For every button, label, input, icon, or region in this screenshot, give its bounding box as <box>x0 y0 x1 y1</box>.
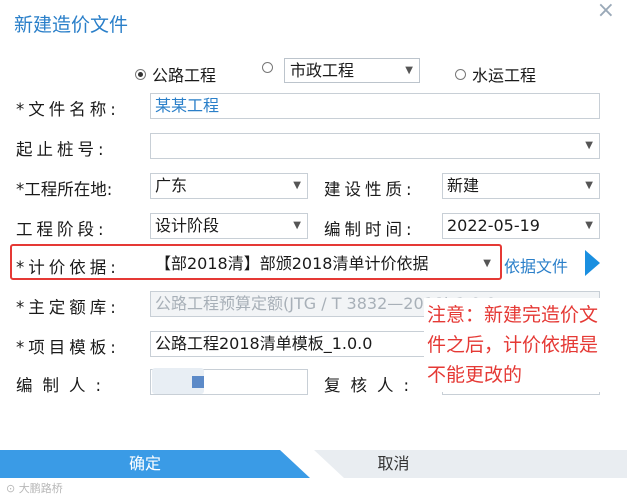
radio-municipal[interactable] <box>262 62 273 73</box>
basis-select[interactable]: 【部2018清】部颁2018清单计价依据 ▼ <box>150 251 498 277</box>
chevron-down-icon: ▼ <box>483 258 491 269</box>
stake-select[interactable]: ▼ <box>150 133 600 159</box>
close-icon[interactable]: × <box>597 0 615 23</box>
municipal-select[interactable]: 市政工程 ▼ <box>284 58 420 83</box>
reviewer-label: 复核人: <box>324 376 420 395</box>
radio-highway-label: 公路工程 <box>152 66 217 85</box>
button-bar: 确定 取消 <box>0 450 627 478</box>
nature-select[interactable]: 新建 ▼ <box>442 173 600 199</box>
row-location-nature: *工程所在地: 广东 ▼ 建设性质: 新建 ▼ <box>0 172 627 202</box>
date-label: 编制时间: <box>324 220 416 239</box>
chevron-down-icon: ▼ <box>293 180 301 191</box>
basis-value: 【部2018清】部颁2018清单计价依据 <box>155 254 429 273</box>
stage-label: 工程阶段: <box>16 220 108 239</box>
chevron-down-icon: ▼ <box>585 220 593 231</box>
quota-label: *主定额库: <box>16 298 120 317</box>
municipal-select-value: 市政工程 <box>290 61 355 80</box>
nature-value: 新建 <box>447 176 480 195</box>
radio-highway[interactable]: 公路工程 <box>135 62 216 86</box>
stage-value: 设计阶段 <box>155 216 220 235</box>
nature-label: 建设性质: <box>324 180 416 199</box>
radio-unselected-icon <box>455 68 466 80</box>
annotation-note: 注意：新建完造价文件之后，计价依据是不能更改的 <box>424 298 610 392</box>
ok-button[interactable]: 确定 <box>0 450 310 478</box>
date-select[interactable]: 2022-05-19 ▼ <box>442 213 600 239</box>
watermark: ⊙ 大鹏路桥 <box>6 482 63 495</box>
row-stake: 起止桩号: ▼ <box>0 132 627 162</box>
author-label: 编制人: <box>16 376 112 395</box>
stage-select[interactable]: 设计阶段 ▼ <box>150 213 308 239</box>
dialog-title: 新建造价文件 <box>14 14 129 36</box>
template-label: *项目模板: <box>16 338 120 357</box>
play-icon[interactable] <box>585 250 600 276</box>
file-name-label: *文件名称: <box>16 100 120 119</box>
basis-file-link[interactable]: 依据文件 <box>504 253 568 277</box>
template-value: 公路工程2018清单模板_1.0.0 <box>155 334 373 353</box>
row-file-name: *文件名称: 某某工程 <box>0 92 627 122</box>
cancel-button[interactable]: 取消 <box>314 450 627 478</box>
chevron-down-icon: ▼ <box>293 220 301 231</box>
blurred-author-name <box>152 368 204 394</box>
basis-label: *计价依据: <box>16 258 120 277</box>
project-type-radio-group: 公路工程 市政工程 ▼ 水运工程 <box>0 58 627 86</box>
radio-water-label: 水运工程 <box>472 66 537 85</box>
location-select[interactable]: 广东 ▼ <box>150 173 308 199</box>
row-stage-date: 工程阶段: 设计阶段 ▼ 编制时间: 2022-05-19 ▼ <box>0 212 627 242</box>
date-value: 2022-05-19 <box>447 216 540 235</box>
radio-water[interactable]: 水运工程 <box>455 62 536 86</box>
location-value: 广东 <box>155 176 188 195</box>
chevron-down-icon: ▼ <box>585 140 593 151</box>
file-name-input[interactable]: 某某工程 <box>150 93 600 119</box>
watermark-text: 大鹏路桥 <box>18 482 63 495</box>
chevron-down-icon: ▼ <box>585 180 593 191</box>
stake-label: 起止桩号: <box>16 140 108 159</box>
location-label: *工程所在地: <box>16 180 113 199</box>
ok-button-label: 确定 <box>128 454 161 473</box>
radio-unselected-icon <box>262 62 273 73</box>
radio-selected-icon <box>135 68 146 80</box>
cancel-button-label: 取消 <box>377 454 410 473</box>
chevron-down-icon: ▼ <box>405 65 413 76</box>
